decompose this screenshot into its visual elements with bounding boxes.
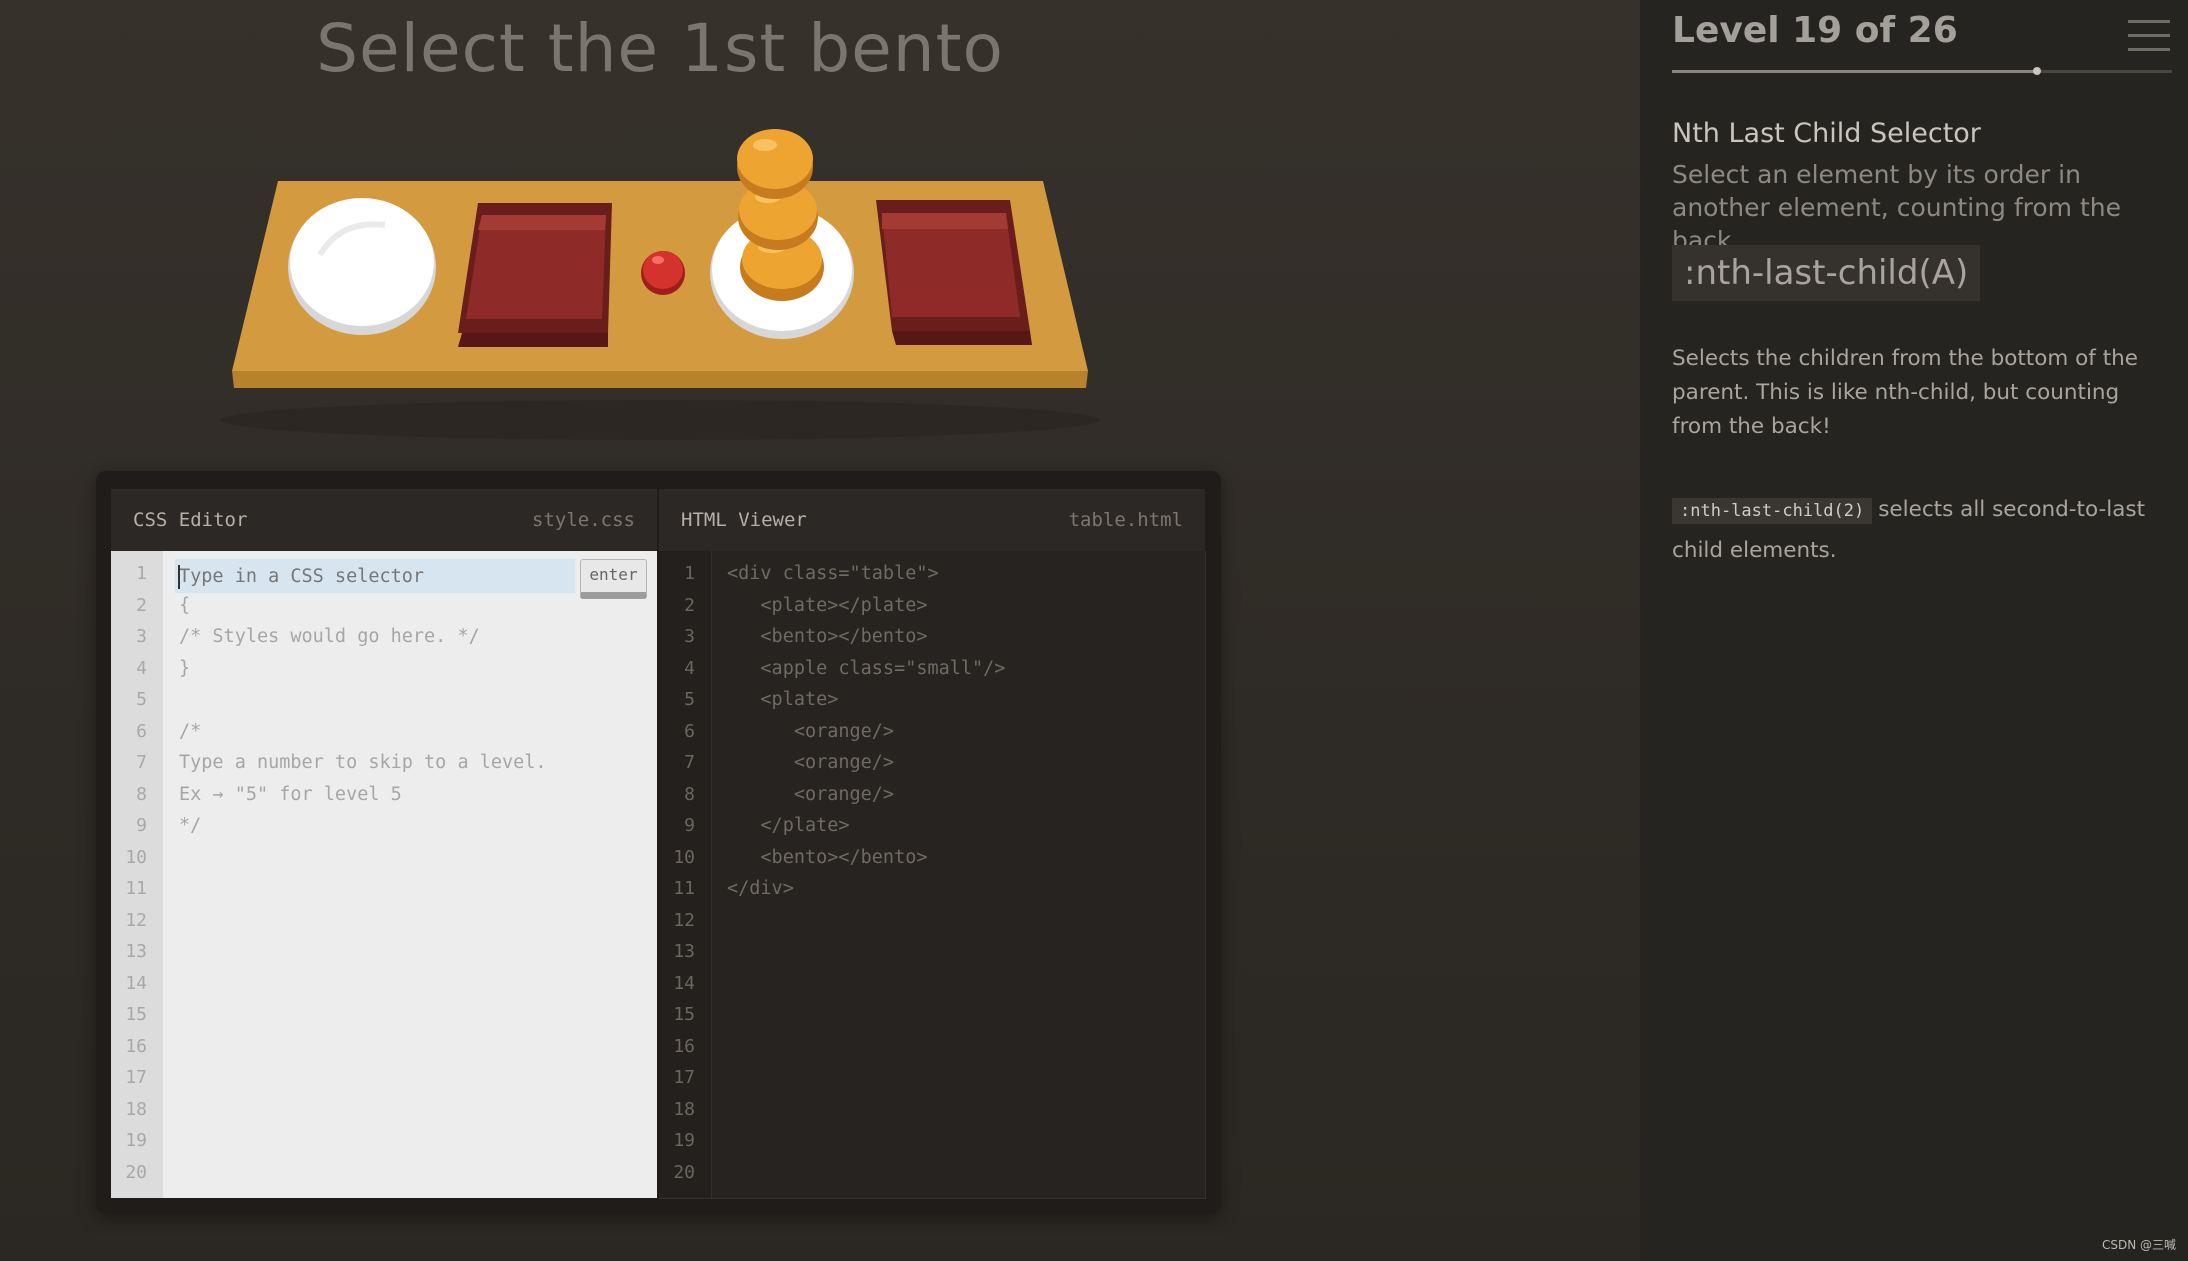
html-line-table-close[interactable]: </div> — [727, 873, 794, 905]
html-line-apple[interactable]: <apple class="small"/> — [727, 653, 1005, 685]
html-line-bento[interactable]: <bento></bento> — [727, 842, 927, 874]
html-viewer-body: 1 2 3 4 5 6 7 8 9 10 11 12 13 14 15 16 1… — [659, 551, 1206, 1199]
line-number: 14 — [673, 972, 695, 994]
line-number: 16 — [673, 1035, 695, 1057]
text-cursor — [178, 565, 180, 589]
html-line-bento[interactable]: <bento></bento> — [727, 621, 927, 653]
html-line-numbers: 1 2 3 4 5 6 7 8 9 10 11 12 13 14 15 16 1… — [659, 551, 712, 1198]
line-number: 5 — [684, 689, 695, 710]
css-filename: style.css — [532, 509, 635, 531]
line-number: 2 — [136, 594, 147, 616]
line-number: 13 — [673, 941, 695, 962]
html-line-plate[interactable]: <plate> — [727, 684, 838, 716]
line-number: 18 — [125, 1098, 147, 1120]
line-number: 9 — [136, 815, 147, 836]
code-line: /* — [179, 720, 202, 742]
line-number: 20 — [673, 1161, 695, 1183]
line-number: 6 — [684, 720, 695, 742]
css-selector-input[interactable] — [179, 561, 569, 592]
level-menu-icon[interactable] — [2128, 18, 2172, 54]
line-number: 19 — [125, 1130, 147, 1151]
line-number: 3 — [684, 626, 695, 647]
plate-with-oranges[interactable] — [710, 129, 854, 339]
css-line-numbers: 1 2 3 4 5 6 7 8 9 10 11 12 13 14 15 16 1… — [111, 551, 163, 1198]
selector-example: :nth-last-child(2) selects all second-to-… — [1672, 490, 2172, 571]
line-number: 6 — [136, 720, 147, 742]
line-number: 9 — [684, 815, 695, 836]
line-number: 12 — [125, 909, 147, 931]
line-number: 16 — [125, 1035, 147, 1057]
line-number: 13 — [125, 941, 147, 962]
html-line-plate[interactable]: <plate></plate> — [727, 590, 927, 622]
line-number: 20 — [125, 1161, 147, 1183]
line-number: 3 — [136, 626, 147, 647]
line-number: 15 — [673, 1004, 695, 1025]
line-number: 19 — [673, 1130, 695, 1151]
css-editor-body: 1 2 3 4 5 6 7 8 9 10 11 12 13 14 15 16 1… — [111, 551, 657, 1198]
code-line: Type a number to skip to a level. — [179, 752, 547, 773]
line-number: 14 — [125, 972, 147, 994]
html-filename: table.html — [1068, 509, 1183, 531]
line-number: 15 — [125, 1004, 147, 1025]
line-number: 11 — [125, 878, 147, 899]
html-line-orange[interactable]: <orange/> — [727, 716, 894, 748]
selector-hint: Selects the children from the bottom of … — [1672, 346, 2138, 439]
level-indicator: Level 19 of 26 — [1672, 10, 1958, 51]
html-line-plate-close[interactable]: </plate> — [727, 810, 849, 842]
line-number: 10 — [125, 846, 147, 868]
selector-title: Select an element by its order in anothe… — [1672, 160, 2121, 255]
game-area: Select the 1st bento CSS Editor style.cs… — [0, 0, 1640, 1261]
line-number: 1 — [684, 563, 695, 584]
code-line: */ — [179, 815, 202, 836]
css-editor-header: CSS Editor style.css — [111, 489, 657, 551]
html-viewer-header: HTML Viewer table.html — [659, 489, 1205, 551]
bento-table — [220, 115, 1100, 445]
line-number: 4 — [136, 657, 147, 679]
html-line-table[interactable]: <div class="table"> — [727, 558, 939, 590]
level-progress-bar — [1672, 67, 2172, 75]
line-number: 11 — [673, 878, 695, 899]
code-line: { — [179, 594, 191, 616]
line-number: 17 — [673, 1067, 695, 1088]
enter-button[interactable]: enter — [580, 559, 647, 599]
html-viewer-title: HTML Viewer — [681, 509, 807, 531]
order-instruction: Select the 1st bento — [316, 10, 1004, 87]
line-number: 1 — [136, 563, 147, 584]
line-number: 17 — [125, 1067, 147, 1088]
line-number: 18 — [673, 1098, 695, 1120]
line-number: 10 — [673, 846, 695, 868]
line-number: 5 — [136, 689, 147, 710]
bento[interactable] — [876, 200, 1032, 345]
editor-panel: CSS Editor style.css HTML Viewer table.h… — [96, 471, 1221, 1214]
line-number: 2 — [684, 594, 695, 616]
line-number: 12 — [673, 909, 695, 931]
code-line: /* Styles would go here. */ — [179, 626, 480, 647]
line-number: 8 — [136, 783, 147, 805]
css-editor-title: CSS Editor — [133, 509, 248, 531]
bento[interactable] — [458, 203, 612, 347]
line-number: 7 — [136, 752, 147, 773]
code-line: } — [179, 657, 191, 679]
plate[interactable] — [288, 198, 436, 335]
example-code: :nth-last-child(2) — [1672, 498, 1873, 524]
level-progress-fill — [1672, 70, 2038, 73]
code-line: Ex → "5" for level 5 — [179, 783, 402, 805]
level-progress-marker — [2033, 67, 2042, 75]
html-line-orange[interactable]: <orange/> — [727, 747, 894, 779]
line-number: 7 — [684, 752, 695, 773]
line-number: 4 — [684, 657, 695, 679]
level-sidebar: Level 19 of 26 Nth Last Child Selector S… — [1640, 0, 2188, 1261]
selector-syntax: :nth-last-child(A) — [1672, 245, 1981, 301]
watermark: CSDN @三喊 — [2101, 1238, 2176, 1252]
selector-name: Nth Last Child Selector — [1672, 118, 1981, 149]
line-number: 8 — [684, 783, 695, 805]
apple-small[interactable] — [641, 251, 685, 295]
orange[interactable] — [737, 129, 813, 199]
html-line-orange[interactable]: <orange/> — [727, 779, 894, 811]
table-edge — [232, 371, 1088, 388]
